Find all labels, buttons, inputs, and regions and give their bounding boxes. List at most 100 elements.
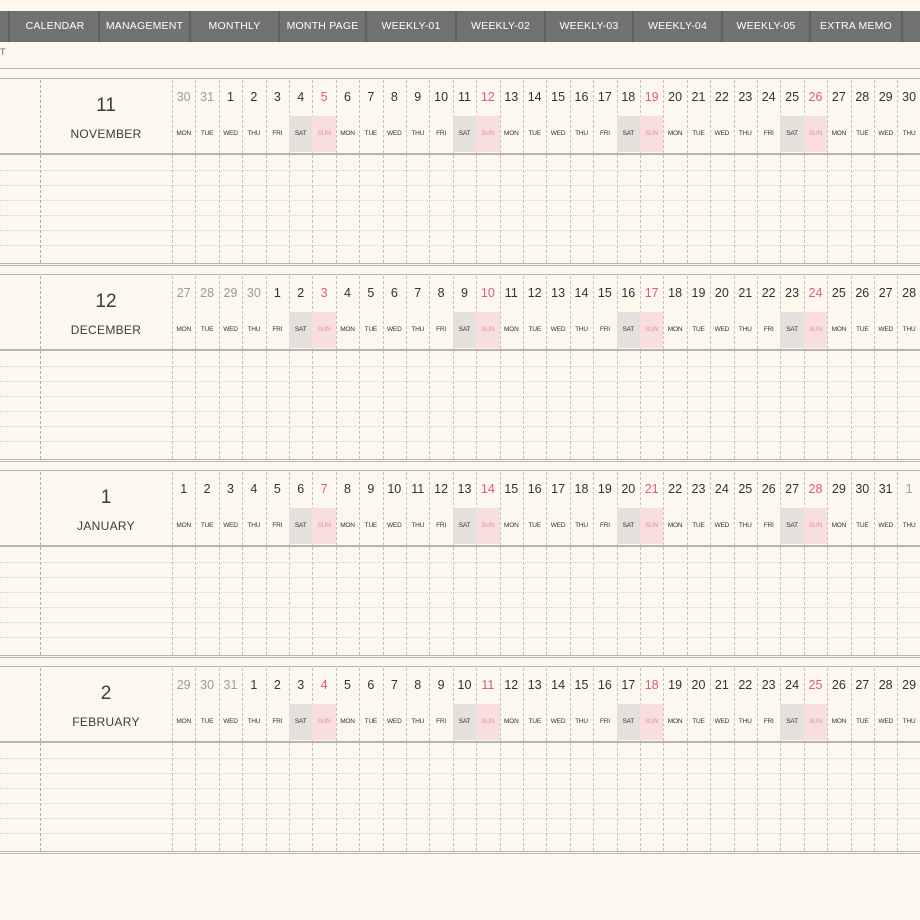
day-number[interactable]: 14 xyxy=(476,482,499,496)
day-number[interactable]: 30 xyxy=(897,90,920,104)
day-number[interactable]: 27 xyxy=(172,286,195,300)
day-number[interactable]: 29 xyxy=(219,286,242,300)
day-number[interactable]: 1 xyxy=(219,90,242,104)
day-number[interactable]: 22 xyxy=(663,482,686,496)
day-number[interactable]: 29 xyxy=(897,678,920,692)
nav-tab-extra-memo[interactable]: EXTRA MEMO xyxy=(811,11,903,42)
day-number[interactable]: 26 xyxy=(851,286,874,300)
day-number[interactable]: 15 xyxy=(500,482,523,496)
day-number[interactable]: 19 xyxy=(687,286,710,300)
day-number[interactable]: 18 xyxy=(570,482,593,496)
day-number[interactable]: 31 xyxy=(874,482,897,496)
day-number[interactable]: 9 xyxy=(406,90,429,104)
day-number[interactable]: 26 xyxy=(804,90,827,104)
day-number[interactable]: 1 xyxy=(266,286,289,300)
day-number[interactable]: 5 xyxy=(359,286,382,300)
day-number[interactable]: 7 xyxy=(359,90,382,104)
day-number[interactable]: 4 xyxy=(242,482,265,496)
day-number[interactable]: 16 xyxy=(523,482,546,496)
day-number[interactable]: 22 xyxy=(734,678,757,692)
day-number[interactable]: 19 xyxy=(663,678,686,692)
day-number[interactable]: 13 xyxy=(500,90,523,104)
day-number[interactable]: 2 xyxy=(242,90,265,104)
day-number[interactable]: 24 xyxy=(710,482,733,496)
day-number[interactable]: 23 xyxy=(734,90,757,104)
day-number[interactable]: 29 xyxy=(874,90,897,104)
nav-tab-weekly-02[interactable]: WEEKLY-02 xyxy=(457,11,546,42)
day-number[interactable]: 6 xyxy=(359,678,382,692)
day-number[interactable]: 28 xyxy=(897,286,920,300)
nav-tab-weekly-04[interactable]: WEEKLY-04 xyxy=(634,11,723,42)
day-number[interactable]: 3 xyxy=(289,678,312,692)
day-number[interactable]: 1 xyxy=(172,482,195,496)
day-number[interactable]: 2 xyxy=(289,286,312,300)
day-number[interactable]: 9 xyxy=(453,286,476,300)
day-number[interactable]: 4 xyxy=(312,678,335,692)
day-number[interactable]: 17 xyxy=(593,90,616,104)
nav-tab-weekly-01[interactable]: WEEKLY-01 xyxy=(367,11,457,42)
day-number[interactable]: 10 xyxy=(476,286,499,300)
day-number[interactable]: 28 xyxy=(195,286,218,300)
day-number[interactable]: 28 xyxy=(874,678,897,692)
day-number[interactable]: 11 xyxy=(500,286,523,300)
day-number[interactable]: 15 xyxy=(593,286,616,300)
day-number[interactable]: 17 xyxy=(546,482,569,496)
day-number[interactable]: 21 xyxy=(687,90,710,104)
day-number[interactable]: 9 xyxy=(429,678,452,692)
day-number[interactable]: 17 xyxy=(640,286,663,300)
day-number[interactable]: 15 xyxy=(570,678,593,692)
day-number[interactable]: 6 xyxy=(336,90,359,104)
day-number[interactable]: 28 xyxy=(804,482,827,496)
day-number[interactable]: 1 xyxy=(897,482,920,496)
day-number[interactable]: 25 xyxy=(734,482,757,496)
nav-tab-management[interactable]: MANAGEMENT xyxy=(100,11,191,42)
day-number[interactable]: 8 xyxy=(383,90,406,104)
day-number[interactable]: 26 xyxy=(827,678,850,692)
nav-tab-weekly-05[interactable]: WEEKLY-05 xyxy=(723,11,811,42)
day-number[interactable]: 22 xyxy=(757,286,780,300)
day-number[interactable]: 12 xyxy=(429,482,452,496)
day-number[interactable]: 20 xyxy=(663,90,686,104)
day-number[interactable]: 6 xyxy=(383,286,406,300)
day-number[interactable]: 20 xyxy=(617,482,640,496)
day-number[interactable]: 10 xyxy=(453,678,476,692)
day-number[interactable]: 24 xyxy=(757,90,780,104)
day-number[interactable]: 23 xyxy=(687,482,710,496)
day-number[interactable]: 13 xyxy=(546,286,569,300)
day-number[interactable]: 14 xyxy=(546,678,569,692)
day-number[interactable]: 27 xyxy=(874,286,897,300)
day-number[interactable]: 25 xyxy=(827,286,850,300)
day-number[interactable]: 18 xyxy=(617,90,640,104)
day-number[interactable]: 7 xyxy=(406,286,429,300)
day-number[interactable]: 26 xyxy=(757,482,780,496)
day-number[interactable]: 12 xyxy=(500,678,523,692)
day-number[interactable]: 8 xyxy=(406,678,429,692)
day-number[interactable]: 30 xyxy=(195,678,218,692)
day-number[interactable]: 5 xyxy=(336,678,359,692)
nav-tab-calendar[interactable]: CALENDAR xyxy=(12,11,100,42)
day-number[interactable]: 29 xyxy=(827,482,850,496)
day-number[interactable]: 18 xyxy=(640,678,663,692)
day-number[interactable]: 27 xyxy=(780,482,803,496)
day-number[interactable]: 30 xyxy=(851,482,874,496)
day-number[interactable]: 18 xyxy=(663,286,686,300)
day-number[interactable]: 19 xyxy=(593,482,616,496)
day-number[interactable]: 11 xyxy=(406,482,429,496)
day-number[interactable]: 21 xyxy=(710,678,733,692)
day-number[interactable]: 14 xyxy=(523,90,546,104)
day-number[interactable]: 6 xyxy=(289,482,312,496)
day-number[interactable]: 7 xyxy=(383,678,406,692)
day-number[interactable]: 14 xyxy=(570,286,593,300)
day-number[interactable]: 17 xyxy=(617,678,640,692)
day-number[interactable]: 16 xyxy=(617,286,640,300)
day-number[interactable]: 24 xyxy=(804,286,827,300)
day-number[interactable]: 3 xyxy=(219,482,242,496)
day-number[interactable]: 11 xyxy=(476,678,499,692)
day-number[interactable]: 20 xyxy=(687,678,710,692)
day-number[interactable]: 27 xyxy=(827,90,850,104)
day-number[interactable]: 3 xyxy=(312,286,335,300)
nav-tab-monthly[interactable]: MONTHLY xyxy=(191,11,280,42)
day-number[interactable]: 8 xyxy=(429,286,452,300)
day-number[interactable]: 7 xyxy=(312,482,335,496)
day-number[interactable]: 21 xyxy=(640,482,663,496)
